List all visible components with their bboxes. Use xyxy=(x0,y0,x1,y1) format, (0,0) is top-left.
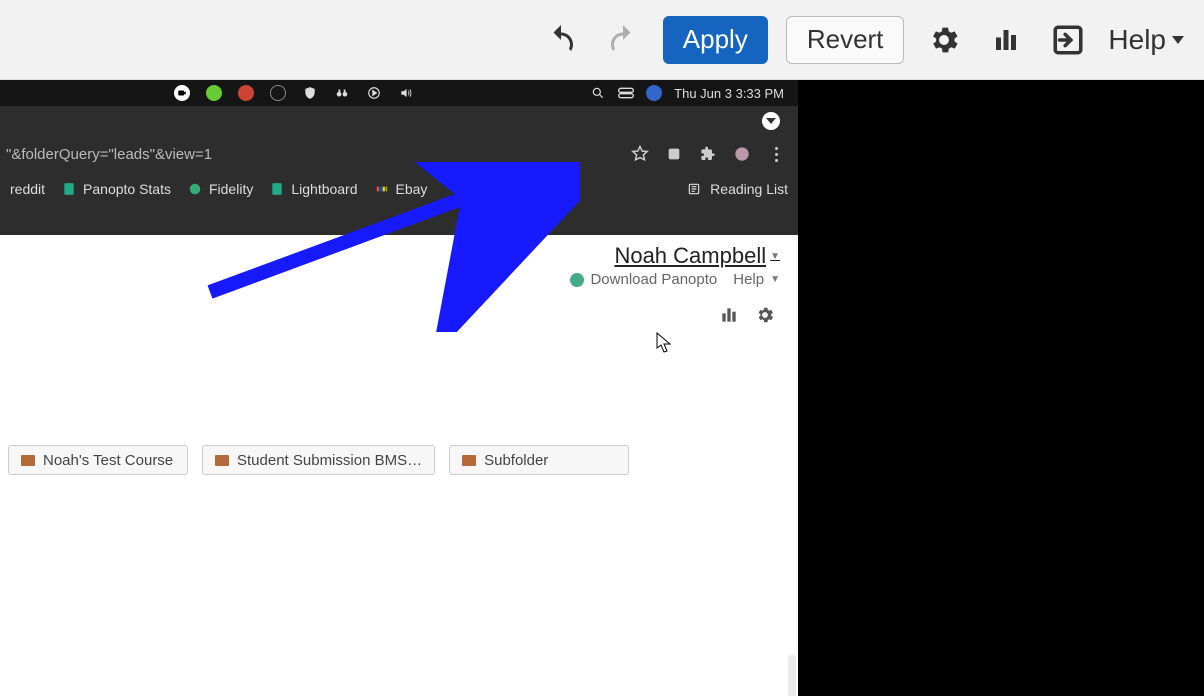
address-bar-fragment[interactable]: "&folderQuery="leads"&view=1 xyxy=(6,146,212,163)
panopto-page: Noah Campbell▼ Download Panopto Help▼ xyxy=(0,235,798,696)
reading-list-icon xyxy=(686,181,702,197)
bookmark-reddit[interactable]: reddit xyxy=(10,181,45,197)
user-avatar-icon xyxy=(646,85,662,101)
revert-button[interactable]: Revert xyxy=(786,16,905,64)
folder-chip[interactable]: Subfolder xyxy=(449,445,629,475)
binoculars-icon xyxy=(334,85,350,101)
content-wrap: Thu Jun 3 3:33 PM "&folderQuery="leads"&… xyxy=(0,80,1204,696)
camera-icon xyxy=(174,85,190,101)
exit-icon[interactable] xyxy=(1046,18,1090,62)
mac-menubar: Thu Jun 3 3:33 PM xyxy=(0,80,798,106)
search-icon xyxy=(590,85,606,101)
folder-icon xyxy=(215,455,229,466)
sheets-icon xyxy=(61,181,77,197)
stats-icon[interactable] xyxy=(718,304,740,326)
download-icon xyxy=(570,273,584,287)
folder-row: Noah's Test Course Student Submission BM… xyxy=(0,335,798,485)
browser-chrome: "&folderQuery="leads"&view=1 reddit Pano… xyxy=(0,106,798,236)
help-menu[interactable]: Help xyxy=(1108,24,1184,56)
folder-chip[interactable]: Student Submission BMS… xyxy=(202,445,435,475)
menubar-right: Thu Jun 3 3:33 PM xyxy=(590,85,784,101)
gear-icon[interactable] xyxy=(922,18,966,62)
sheets-icon xyxy=(269,181,285,197)
stats-icon[interactable] xyxy=(984,18,1028,62)
menubar-datetime: Thu Jun 3 3:33 PM xyxy=(674,86,784,101)
chevron-down-icon xyxy=(1172,36,1184,44)
address-bar-row: "&folderQuery="leads"&view=1 xyxy=(0,136,798,172)
bookmark-ebay[interactable]: Ebay xyxy=(374,181,428,197)
bookmark-panopto-stats[interactable]: Panopto Stats xyxy=(61,181,171,197)
volume-icon xyxy=(398,85,414,101)
folder-icon xyxy=(462,455,476,466)
status-ring-icon xyxy=(270,85,286,101)
folder-label: Noah's Test Course xyxy=(43,452,173,469)
ebay-icon xyxy=(374,181,390,197)
bookmark-lightboard[interactable]: Lightboard xyxy=(269,181,357,197)
bookmarks-bar: reddit Panopto Stats Fidelity Lightboard… xyxy=(0,172,798,206)
tab-dropdown-icon[interactable] xyxy=(762,112,780,130)
menubar-left-icons xyxy=(14,85,414,101)
browser-tabstrip xyxy=(0,106,798,136)
puzzle-icon[interactable] xyxy=(698,144,718,164)
page-tools xyxy=(0,295,798,335)
folder-icon xyxy=(21,455,35,466)
preview-panel xyxy=(798,80,1204,696)
folder-label: Subfolder xyxy=(484,452,548,469)
play-circle-icon xyxy=(366,85,382,101)
apply-button[interactable]: Apply xyxy=(663,16,768,64)
screenshot-panel: Thu Jun 3 3:33 PM "&folderQuery="leads"&… xyxy=(0,80,798,696)
bookmark-fidelity[interactable]: Fidelity xyxy=(187,181,253,197)
status-red-icon xyxy=(238,85,254,101)
username-menu[interactable]: Noah Campbell▼ xyxy=(614,243,780,269)
reading-list[interactable]: Reading List xyxy=(686,181,788,197)
control-center-icon xyxy=(618,85,634,101)
redo-icon xyxy=(601,18,645,62)
scrollbar[interactable] xyxy=(788,655,796,696)
profile-icon[interactable] xyxy=(732,144,752,164)
help-label: Help xyxy=(1108,24,1166,56)
extension-1-icon[interactable] xyxy=(664,144,684,164)
fidelity-icon xyxy=(187,181,203,197)
undo-icon[interactable] xyxy=(539,18,583,62)
shield-icon xyxy=(302,85,318,101)
panopto-help-menu[interactable]: Help▼ xyxy=(733,271,780,288)
page-header: Noah Campbell▼ Download Panopto Help▼ xyxy=(0,235,798,295)
folder-label: Student Submission BMS… xyxy=(237,452,422,469)
download-panopto-link[interactable]: Download Panopto xyxy=(570,271,717,288)
status-green-icon xyxy=(206,85,222,101)
cursor-pointer-icon xyxy=(656,332,674,354)
more-menu-icon[interactable] xyxy=(766,144,786,164)
gear-icon[interactable] xyxy=(754,304,776,326)
editor-toolbar: Apply Revert Help xyxy=(0,0,1204,80)
folder-chip[interactable]: Noah's Test Course xyxy=(8,445,188,475)
star-icon[interactable] xyxy=(630,144,650,164)
